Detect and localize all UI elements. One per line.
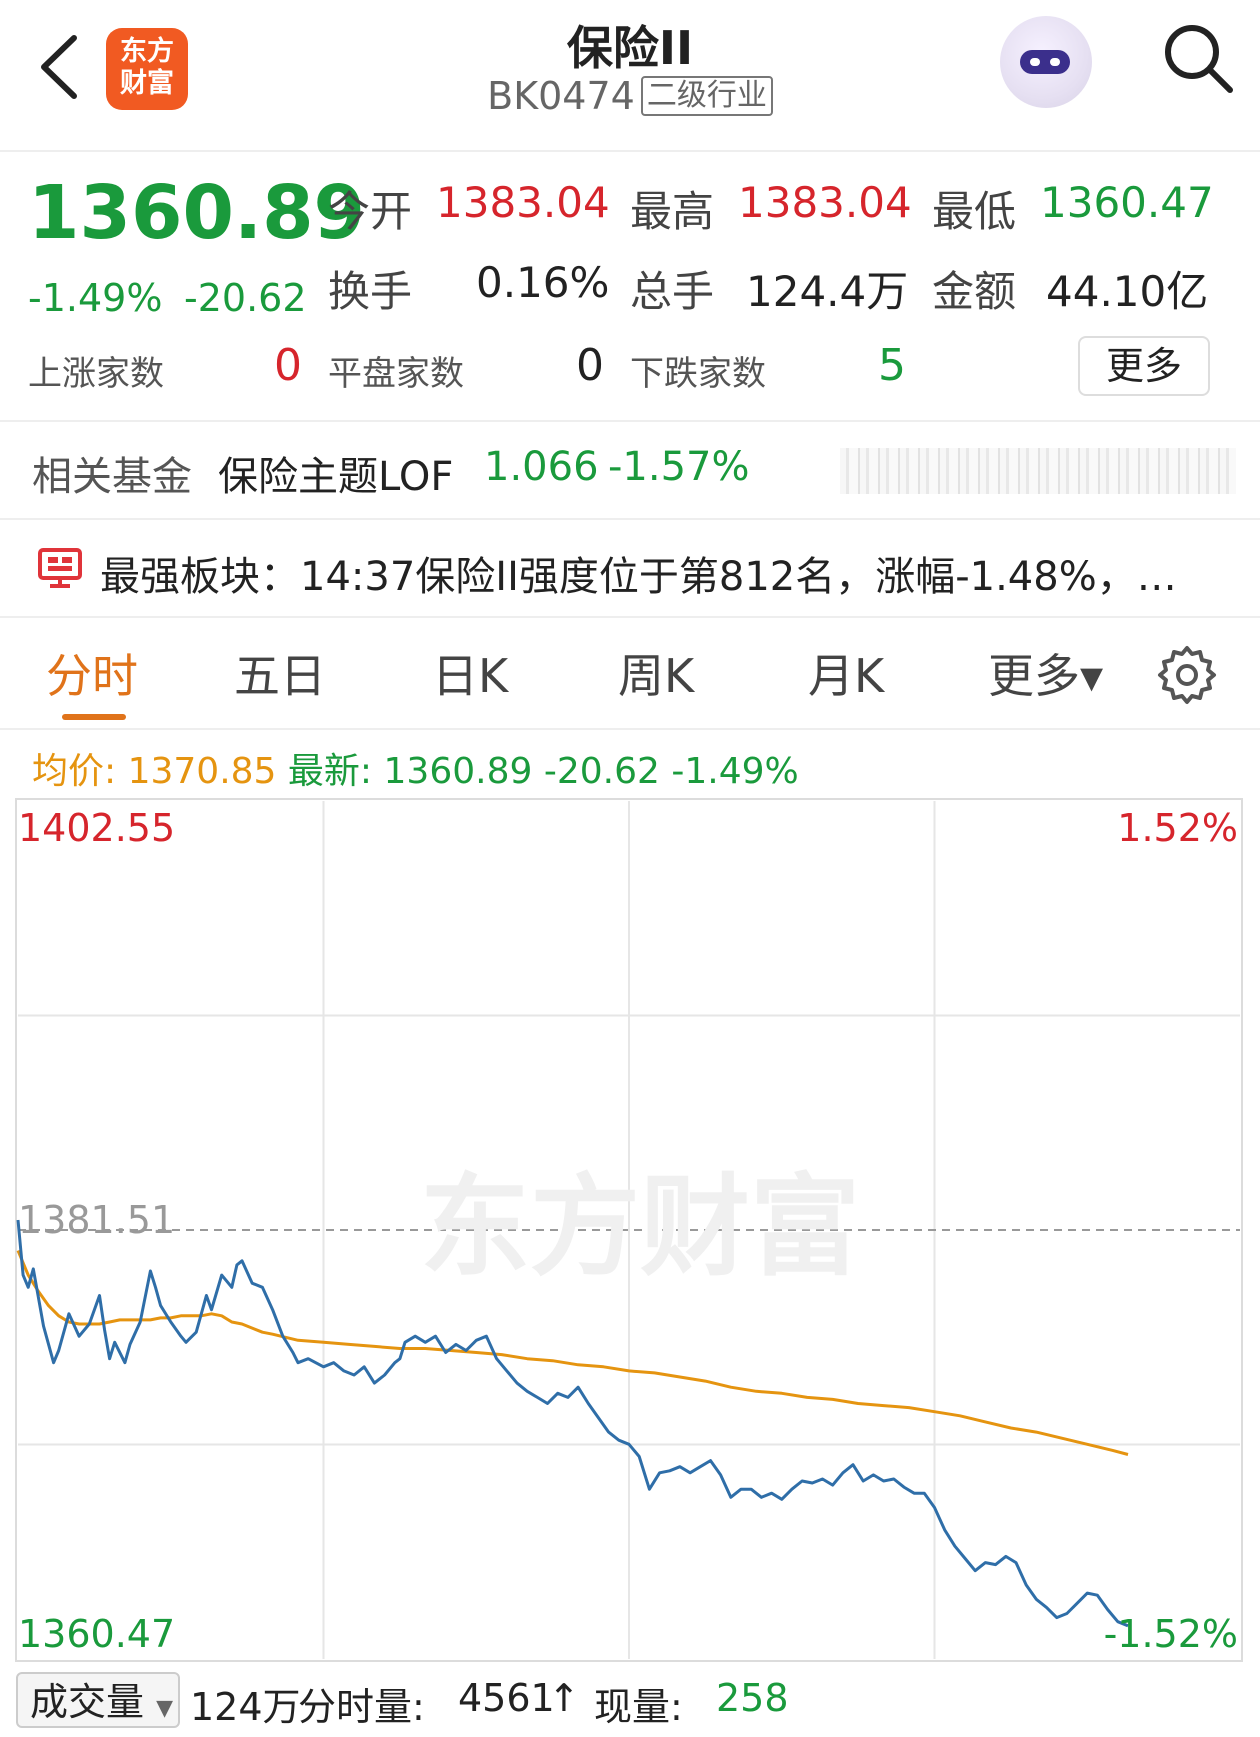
latest-value: 1360.89: [383, 751, 533, 792]
latest-change-pct: -1.49%: [671, 751, 799, 792]
last-price: 1360.89: [28, 170, 366, 256]
tab-weekly-k[interactable]: 周K: [618, 640, 694, 706]
open-value: 1383.04: [436, 178, 610, 227]
tab-intraday[interactable]: 分时: [46, 640, 138, 706]
amount-label: 金额: [932, 267, 1017, 316]
intraday-chart[interactable]: 东方财富 1402.55 1.52% 1381.51 1360.47 -1.52…: [0, 795, 1260, 1665]
fund-name: 保险主题LOF: [218, 454, 454, 500]
change-pct: -1.49%: [28, 276, 163, 320]
chart-watermark: 东方财富: [420, 1162, 860, 1291]
related-fund-row[interactable]: 相关基金 保险主题LOF 1.066 -1.57%: [0, 422, 1260, 520]
dropdown-arrow-icon: ▼: [156, 1696, 174, 1721]
amount-value: 44.10亿: [1046, 267, 1209, 316]
robot-avatar-icon[interactable]: [1000, 16, 1092, 108]
up-count: 0: [274, 340, 302, 391]
open-label: 今开: [328, 187, 413, 236]
tab-daily-k[interactable]: 日K: [432, 640, 508, 706]
strongest-block-text: 最强板块：14:37保险II强度位于第812名，涨幅-1.48%，…: [100, 554, 1177, 600]
volume-label: 总手: [630, 267, 715, 316]
change-value: -20.62: [184, 276, 307, 320]
period-tabs: 分时 五日 日K 周K 月K 更多▾: [0, 618, 1260, 730]
segment-volume-label: 分时量:: [298, 1685, 425, 1729]
tab-five-day[interactable]: 五日: [234, 640, 326, 706]
gear-icon[interactable]: [1156, 644, 1218, 706]
y-min-label: 1360.47: [18, 1612, 175, 1656]
avg-value: 1370.85: [127, 751, 277, 792]
blurred-ticker: [840, 448, 1236, 494]
pct-min-label: -1.52%: [1104, 1612, 1238, 1656]
active-tab-indicator: [62, 714, 126, 720]
pct-max-label: 1.52%: [1117, 806, 1238, 850]
fund-price: 1.066: [484, 444, 599, 490]
strongest-block-row[interactable]: 最强板块：14:37保险II强度位于第812名，涨幅-1.48%，…: [0, 520, 1260, 618]
price-info-line: 均价: 1370.85 最新: 1360.89 -20.62 -1.49%: [32, 742, 799, 794]
more-button[interactable]: 更多: [1078, 336, 1210, 396]
current-volume-label: 现量:: [594, 1685, 683, 1729]
turnover-label: 换手: [328, 267, 413, 316]
volume-total: 124万: [190, 1685, 301, 1729]
indicator-selector-label: 成交量: [30, 1680, 145, 1724]
low-value: 1360.47: [1040, 178, 1214, 227]
current-volume-value: 258: [716, 1676, 789, 1720]
indicator-selector[interactable]: 成交量 ▼: [16, 1672, 180, 1728]
down-count-label: 下跌家数: [630, 354, 766, 394]
y-ref-label: 1381.51: [18, 1198, 175, 1242]
up-arrow-icon: ↑: [548, 1676, 580, 1720]
avg-label: 均价:: [32, 751, 117, 792]
fund-change: -1.57%: [608, 444, 750, 490]
top-bar: 东方财富 保险II BK0474 二级行业: [0, 0, 1260, 152]
y-max-label: 1402.55: [18, 806, 175, 850]
tab-monthly-k[interactable]: 月K: [808, 640, 884, 706]
tab-more[interactable]: 更多▾: [988, 640, 1103, 706]
volume-row: 成交量 ▼ 124万 分时量: 4561 ↑ 现量: 258: [0, 1670, 1260, 1737]
flat-count-label: 平盘家数: [328, 354, 464, 394]
fund-label: 相关基金: [32, 454, 192, 500]
down-count: 5: [878, 340, 906, 391]
turnover-value: 0.16%: [476, 258, 610, 307]
low-label: 最低: [932, 187, 1017, 236]
latest-label: 最新:: [287, 751, 373, 792]
presentation-board-icon: [38, 548, 82, 588]
quote-panel: 1360.89 -1.49% -20.62 今开 1383.04 最高 1383…: [0, 152, 1260, 422]
industry-tag: 二级行业: [640, 76, 773, 116]
search-icon[interactable]: [1160, 20, 1236, 96]
high-label: 最高: [630, 187, 715, 236]
high-value: 1383.04: [738, 178, 912, 227]
volume-value: 124.4万: [746, 267, 909, 316]
up-count-label: 上涨家数: [28, 354, 164, 394]
board-code: BK0474: [487, 74, 635, 118]
latest-change: -20.62: [543, 751, 660, 792]
segment-volume-value: 4561: [458, 1676, 555, 1720]
flat-count: 0: [576, 340, 604, 391]
